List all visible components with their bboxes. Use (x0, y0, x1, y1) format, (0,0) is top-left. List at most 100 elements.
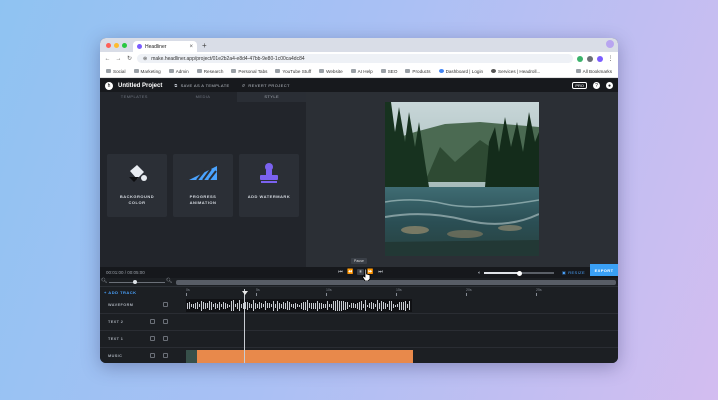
waveform-bar (321, 302, 322, 309)
track-text-2[interactable]: TEXT 2 (100, 314, 618, 331)
progress-animation-tool[interactable]: PROGRESS ANIMATION (173, 154, 233, 217)
visibility-icon[interactable] (150, 353, 155, 358)
url-field[interactable]: ⊜ make.headliner.app/project/01e2b2a4-e8… (137, 54, 573, 63)
export-button[interactable]: EXPORT (590, 264, 618, 276)
waveform-bar (399, 301, 400, 310)
bookmark-marketing[interactable]: Marketing (133, 69, 161, 74)
waveform-bar (343, 301, 344, 310)
bookmark-admin[interactable]: Admin (168, 69, 189, 74)
folder-icon (575, 69, 581, 73)
waveform-bar (345, 301, 346, 310)
menu-kebab-icon[interactable]: ⋮ (607, 55, 614, 62)
waveform-bar (199, 304, 200, 307)
lock-icon[interactable] (163, 336, 168, 341)
site-info-icon[interactable]: ⊜ (143, 56, 147, 62)
zoom-knob[interactable] (133, 280, 137, 284)
resize-button[interactable]: ▣ RESIZE (562, 270, 585, 275)
waveform-bar (217, 303, 218, 308)
skip-end-icon[interactable]: ⏭ (377, 269, 384, 275)
waveform-bar (219, 301, 220, 310)
waveform-bar (331, 303, 332, 308)
window-controls (106, 42, 127, 48)
waveform-bar (201, 300, 202, 311)
bookmark-youtube-stuff[interactable]: YouTube Stuff (275, 69, 311, 74)
rewind-icon[interactable]: ⏪ (347, 269, 354, 275)
bookmark-dashboard-login[interactable]: Dashboard | Login (438, 69, 483, 74)
bookmark-ai-help[interactable]: AI Help (350, 69, 373, 74)
revert-project-button[interactable]: ↺ REVERT PROJECT (242, 83, 290, 88)
all-bookmarks[interactable]: All Bookmarks (575, 69, 612, 74)
help-icon[interactable]: ? (593, 82, 600, 89)
bookmark-research[interactable]: Research (196, 69, 223, 74)
save-as-template-button[interactable]: ⧉ SAVE AS A TEMPLATE (174, 83, 229, 88)
bookmark-products[interactable]: Products (405, 69, 431, 74)
add-watermark-tool[interactable]: ADD WATERMARK (239, 154, 299, 217)
ruler-mark: 10s (326, 288, 332, 292)
waveform-bar (303, 301, 304, 310)
account-avatar-icon[interactable] (597, 55, 603, 62)
playhead-handle-icon[interactable] (242, 291, 248, 295)
project-title[interactable]: Untitled Project (118, 83, 162, 89)
waveform-bar (293, 303, 294, 308)
waveform-bar (365, 300, 366, 311)
waveform-bar (281, 303, 282, 308)
back-icon[interactable]: ← (104, 56, 111, 62)
waveform-bar (375, 304, 376, 307)
tab-close-icon[interactable]: × (189, 44, 193, 50)
video-preview-image[interactable] (385, 102, 539, 256)
minimize-window-icon[interactable] (114, 42, 119, 48)
waveform-bar (323, 303, 324, 308)
bookmark-services[interactable]: Services | Headroll... (491, 69, 540, 74)
timeline-ruler[interactable]: 0s 5s 10s 15s 20s 25s (186, 287, 616, 297)
visibility-icon[interactable] (150, 319, 155, 324)
new-tab-button[interactable]: + (202, 41, 207, 50)
track-waveform[interactable]: WAVEFORM (100, 297, 618, 314)
user-avatar-icon[interactable]: ● (606, 82, 613, 89)
waveform-bar (235, 304, 236, 307)
waveform-bar (341, 300, 342, 311)
ruler-tick (536, 293, 537, 296)
close-window-icon[interactable] (106, 42, 111, 48)
reload-icon[interactable]: ↻ (126, 55, 133, 62)
visibility-icon[interactable] (150, 336, 155, 341)
skip-start-icon[interactable]: ⏮ (337, 269, 344, 275)
bookmark-social[interactable]: Social (106, 69, 126, 74)
tab-style[interactable]: STYLE (237, 92, 307, 102)
lock-icon[interactable] (163, 302, 168, 307)
profile-icon[interactable] (606, 40, 614, 48)
background-color-tool[interactable]: BACKGROUND COLOR (107, 154, 167, 217)
forward-icon[interactable]: → (115, 56, 122, 62)
lock-icon[interactable] (163, 319, 168, 324)
maximize-window-icon[interactable] (122, 42, 127, 48)
waveform-bar (351, 303, 352, 308)
zoom-slider[interactable] (109, 282, 165, 283)
tab-templates[interactable]: TEMPLATES (100, 92, 169, 102)
tab-media[interactable]: MEDIA (169, 92, 238, 102)
music-clip[interactable] (186, 350, 413, 363)
volume-knob[interactable] (517, 270, 523, 276)
browser-tab[interactable]: Headliner × (133, 41, 197, 52)
waveform-clip[interactable] (186, 299, 412, 312)
track-music[interactable]: MUSIC (100, 348, 618, 363)
timeline-scrollbar[interactable] (176, 280, 616, 285)
bookmark-personal-tabs[interactable]: Personal Tabs (231, 69, 267, 74)
extensions-puzzle-icon[interactable] (587, 55, 593, 62)
zoom-out-icon[interactable]: 🔍︎ (101, 278, 107, 284)
stamp-icon (239, 162, 299, 184)
waveform-bar (357, 302, 358, 309)
track-text-1[interactable]: TEXT 1 (100, 331, 618, 348)
pro-badge[interactable]: PRO (572, 82, 587, 89)
bookmark-website[interactable]: Website (319, 69, 343, 74)
resize-icon: ▣ (562, 270, 567, 275)
volume-icon[interactable]: 🔈︎ (478, 270, 481, 276)
extension-icon[interactable] (577, 55, 583, 62)
headliner-logo-icon[interactable]: h (105, 81, 113, 90)
lock-icon[interactable] (163, 353, 168, 358)
revert-icon: ↺ (241, 83, 246, 88)
add-track-button[interactable]: + ADD TRACK (104, 290, 137, 295)
volume-slider[interactable] (484, 270, 555, 276)
zoom-in-icon[interactable]: 🔍︎ (166, 278, 172, 284)
bookmark-seo[interactable]: SEO (380, 69, 397, 74)
playhead[interactable] (244, 289, 245, 363)
waveform-bar (289, 301, 290, 310)
